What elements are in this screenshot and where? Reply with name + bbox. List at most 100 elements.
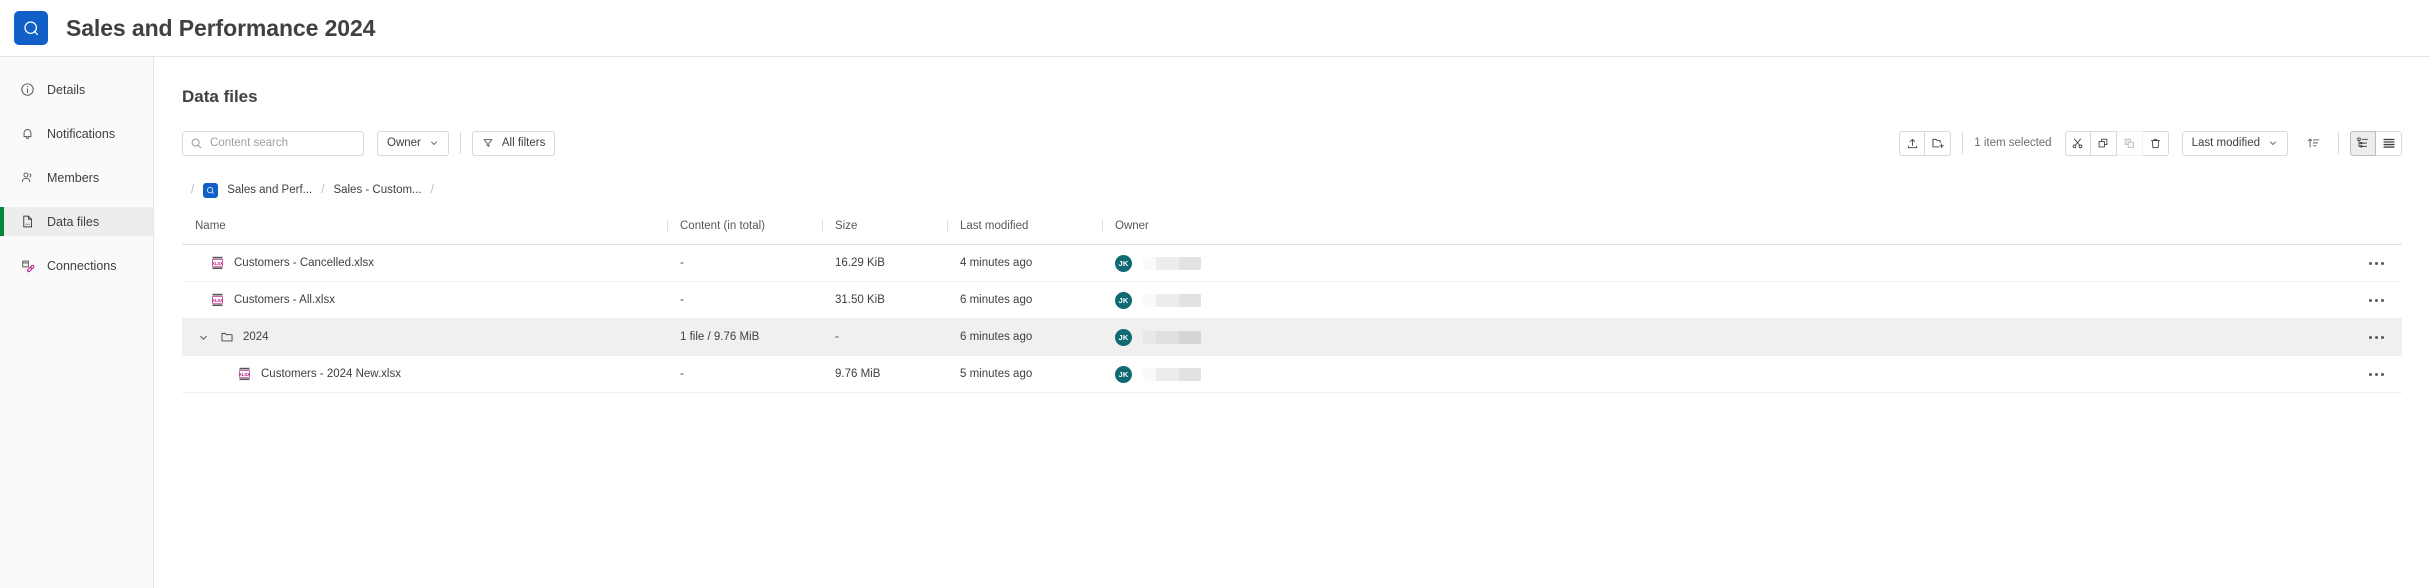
copy-icon[interactable] [2090, 130, 2117, 156]
column-header-size[interactable]: Size [822, 220, 947, 232]
sidebar-item-label: Data files [47, 214, 100, 229]
sidebar-item-label: Connections [47, 258, 117, 273]
xlsx-file-icon: XLSX [210, 255, 225, 271]
main-content: Data files Owner [154, 57, 2430, 588]
cell-content: - [680, 294, 684, 306]
more-options-icon[interactable] [2367, 256, 2386, 271]
section-title: Data files [182, 87, 258, 106]
svg-text:XLSX: XLSX [212, 298, 223, 303]
search-box[interactable] [182, 130, 364, 156]
trash-icon[interactable] [2142, 130, 2169, 156]
owner-name-redacted [1143, 293, 1201, 307]
more-options-icon[interactable] [2367, 367, 2386, 382]
xlsx-file-icon: XLSX [210, 292, 225, 308]
all-filters-button[interactable]: All filters [471, 130, 556, 156]
breadcrumb: / Sales and Perf... / Sales - Custom... … [154, 172, 2430, 208]
sort-field-dropdown[interactable]: Last modified [2181, 130, 2288, 156]
owner-filter-label: Owner [387, 137, 421, 149]
svg-text:XLSX: XLSX [212, 261, 223, 266]
owner-name-redacted [1143, 330, 1201, 344]
people-icon [18, 169, 36, 187]
table-row[interactable]: XLSX Customers - All.xlsx - 31.50 KiB 6 … [182, 282, 2402, 319]
column-header-content[interactable]: Content (in total) [667, 220, 822, 232]
sidebar-item-connections[interactable]: Connections [0, 251, 153, 280]
column-header-name[interactable]: Name [182, 220, 667, 232]
sidebar: Details Notifications Members Data files… [0, 57, 154, 588]
content-toolbar: Owner All filters [154, 107, 2430, 159]
sidebar-item-data-files[interactable]: Data files [0, 207, 153, 236]
chevron-down-icon [2268, 138, 2278, 148]
sidebar-item-details[interactable]: Details [0, 75, 153, 104]
cell-size: 9.76 MiB [835, 368, 881, 380]
folder-name[interactable]: 2024 [243, 331, 269, 343]
cell-content: 1 file / 9.76 MiB [680, 331, 760, 343]
file-name[interactable]: Customers - 2024 New.xlsx [261, 368, 401, 380]
owner-name-redacted [1143, 367, 1201, 381]
toolbar-divider [459, 132, 461, 154]
table-header-row: Name Content (in total) Size Last modifi… [182, 208, 2402, 245]
cell-last-modified: 5 minutes ago [960, 368, 1033, 380]
new-folder-icon[interactable] [1925, 130, 1952, 156]
qlik-logo-icon[interactable] [14, 11, 48, 45]
file-data-icon [18, 213, 36, 231]
file-name[interactable]: Customers - All.xlsx [234, 294, 335, 306]
sidebar-item-label: Notifications [47, 126, 116, 141]
view-toggle-group [2350, 130, 2402, 156]
list-view-icon[interactable] [2376, 130, 2402, 156]
avatar[interactable]: JK [1115, 365, 1132, 383]
svg-text:XLSX: XLSX [239, 372, 250, 377]
cell-content: - [680, 368, 684, 380]
avatar[interactable]: JK [1115, 328, 1132, 346]
breadcrumb-item-folder[interactable]: Sales - Custom... [333, 184, 421, 196]
table-row[interactable]: XLSX Customers - 2024 New.xlsx - 9.76 Mi… [182, 356, 2402, 393]
breadcrumb-space-logo-icon [203, 182, 219, 198]
table-row[interactable]: 2024 1 file / 9.76 MiB - 6 minutes ago J… [182, 319, 2402, 356]
breadcrumb-separator: / [191, 184, 195, 196]
toolbar-divider-2 [1962, 132, 1964, 154]
chevron-down-icon [429, 138, 439, 148]
sort-ascending-icon[interactable] [2301, 131, 2327, 156]
sidebar-item-label: Members [47, 170, 100, 185]
chevron-down-icon[interactable] [195, 329, 211, 345]
sidebar-item-members[interactable]: Members [0, 163, 153, 192]
clipboard-actions-group [2064, 130, 2169, 156]
all-filters-label: All filters [501, 137, 546, 149]
toolbar-divider-3 [2338, 132, 2339, 154]
sidebar-item-notifications[interactable]: Notifications [0, 119, 153, 148]
cell-last-modified: 6 minutes ago [960, 294, 1033, 306]
app-header: Sales and Performance 2024 [0, 0, 2430, 57]
breadcrumb-separator: / [321, 184, 325, 196]
filter-funnel-icon [482, 137, 494, 149]
folder-icon [219, 329, 234, 345]
cell-size: 16.29 KiB [835, 257, 885, 269]
cell-size: - [835, 331, 839, 343]
info-circle-icon [18, 81, 36, 99]
sort-field-label: Last modified [2191, 137, 2260, 149]
avatar[interactable]: JK [1115, 254, 1132, 272]
search-input[interactable] [210, 137, 356, 149]
column-header-last-modified[interactable]: Last modified [947, 220, 1102, 232]
xlsx-file-icon: XLSX [237, 366, 252, 382]
cell-last-modified: 6 minutes ago [960, 331, 1033, 343]
tree-view-icon[interactable] [2350, 130, 2376, 156]
more-options-icon[interactable] [2367, 330, 2386, 345]
search-icon [190, 137, 203, 150]
cell-size: 31.50 KiB [835, 294, 885, 306]
sidebar-item-label: Details [47, 82, 86, 97]
connections-icon [18, 257, 36, 275]
column-header-owner[interactable]: Owner [1102, 220, 2317, 232]
breadcrumb-item-space[interactable]: Sales and Perf... [227, 184, 312, 196]
upload-icon[interactable] [1899, 130, 1926, 156]
cell-content: - [680, 257, 684, 269]
selection-count-label: 1 item selected [1974, 137, 2052, 149]
owner-name-redacted [1143, 256, 1201, 270]
breadcrumb-separator: / [430, 184, 434, 196]
data-files-table: Name Content (in total) Size Last modifi… [154, 208, 2430, 393]
avatar[interactable]: JK [1115, 291, 1132, 309]
more-options-icon[interactable] [2367, 293, 2386, 308]
scissors-icon[interactable] [2064, 130, 2091, 156]
owner-filter-dropdown[interactable]: Owner [377, 130, 449, 156]
table-row[interactable]: XLSX Customers - Cancelled.xlsx - 16.29 … [182, 245, 2402, 282]
file-name[interactable]: Customers - Cancelled.xlsx [234, 257, 374, 269]
paste-icon[interactable] [2116, 130, 2143, 156]
